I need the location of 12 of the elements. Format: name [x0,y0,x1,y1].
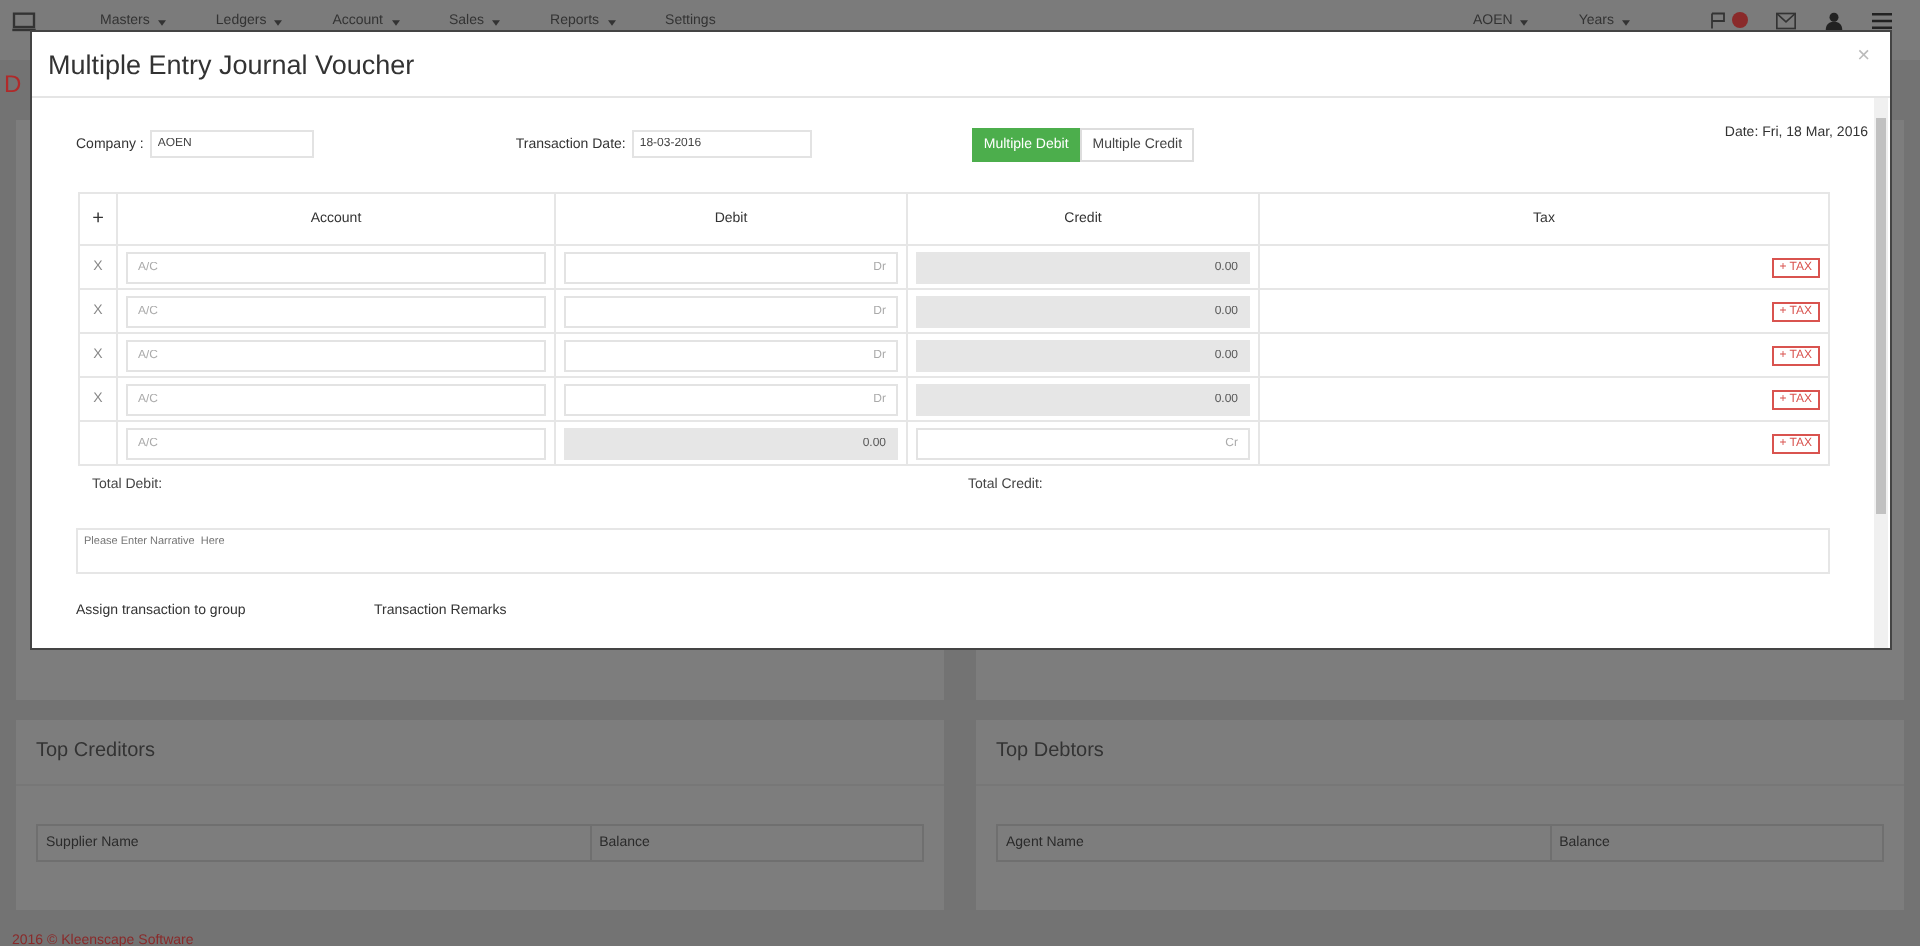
panel-title: Top Debtors [976,720,1904,786]
add-row-button[interactable]: + [92,208,104,230]
page-title: D [2,68,24,102]
notification-badge [1732,12,1748,28]
panel-title: Top Creditors [16,720,944,786]
modal-title: Multiple Entry Journal Voucher [48,49,415,79]
flag-icon[interactable] [1708,12,1728,30]
monitor-icon[interactable] [12,12,36,32]
menu-icon[interactable] [1872,12,1892,30]
mail-icon[interactable] [1776,12,1796,30]
user-icon[interactable] [1824,12,1844,30]
scrollbar[interactable] [1874,98,1888,648]
